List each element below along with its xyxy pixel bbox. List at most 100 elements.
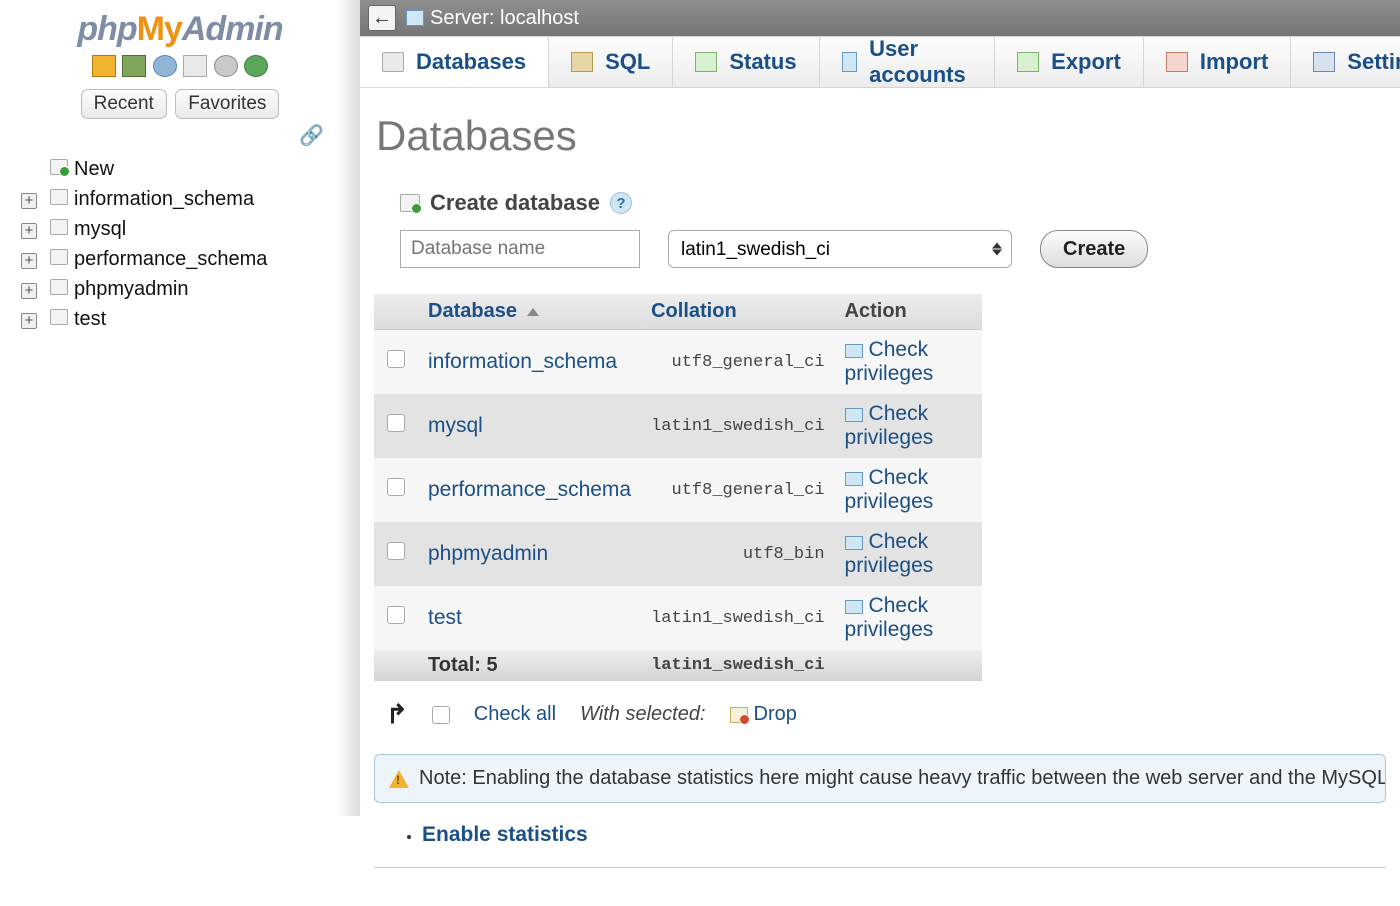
- tab-import[interactable]: Import: [1144, 36, 1291, 87]
- breadcrumb-server-label: Server:: [430, 7, 494, 30]
- link-chain-icon[interactable]: 🔗: [0, 123, 360, 154]
- expand-icon[interactable]: +: [21, 283, 37, 299]
- sidebar: phpMyAdmin Recent Favorites 🔗 New + info…: [0, 0, 360, 816]
- databases-icon: [382, 52, 404, 72]
- statistics-note: Note: Enabling the database statistics h…: [374, 754, 1386, 803]
- tree-item-label: performance_schema: [74, 248, 267, 271]
- create-button[interactable]: Create: [1040, 230, 1148, 268]
- tree-item-phpmyadmin[interactable]: + phpmyadmin: [14, 274, 352, 304]
- drop-icon: [730, 707, 748, 723]
- header-checkbox-cell: [374, 294, 418, 330]
- bulk-arrow-icon: ↱: [386, 699, 408, 730]
- table-row: phpmyadmin utf8_bin Check privileges: [374, 522, 982, 586]
- create-database-label: Create database: [430, 190, 600, 216]
- separator: [374, 867, 1386, 868]
- table-row: performance_schema utf8_general_ci Check…: [374, 458, 982, 522]
- tree-item-test[interactable]: + test: [14, 304, 352, 334]
- help-icon[interactable]: ?: [610, 192, 632, 214]
- expand-icon[interactable]: +: [21, 193, 37, 209]
- with-selected-label: With selected:: [580, 703, 705, 726]
- collation-select[interactable]: latin1_swedish_ci: [668, 230, 1012, 268]
- database-link[interactable]: phpmyadmin: [428, 542, 548, 565]
- row-checkbox[interactable]: [387, 350, 405, 368]
- status-icon: [695, 52, 717, 72]
- users-icon: [842, 52, 858, 72]
- table-row: test latin1_swedish_ci Check privileges: [374, 586, 982, 650]
- breadcrumb-server-name[interactable]: localhost: [500, 7, 579, 30]
- server-icon: [406, 10, 424, 26]
- header-database[interactable]: Database: [418, 294, 641, 330]
- row-checkbox[interactable]: [387, 542, 405, 560]
- table-header-row: Database Collation Action: [374, 294, 982, 330]
- tree-item-mysql[interactable]: + mysql: [14, 214, 352, 244]
- database-icon: [50, 189, 68, 205]
- database-name-input[interactable]: [400, 230, 640, 268]
- expand-icon[interactable]: +: [21, 253, 37, 269]
- help-icon[interactable]: [153, 55, 177, 77]
- tab-label: User accounts: [869, 36, 972, 88]
- tree-item-performance-schema[interactable]: + performance_schema: [14, 244, 352, 274]
- row-checkbox[interactable]: [387, 414, 405, 432]
- page-title: Databases: [376, 112, 1386, 160]
- database-link[interactable]: performance_schema: [428, 478, 631, 501]
- logout-icon[interactable]: [122, 55, 146, 77]
- check-all-link[interactable]: Check all: [474, 703, 556, 726]
- phpmyadmin-logo[interactable]: phpMyAdmin: [0, 8, 360, 53]
- privileges-icon: [845, 536, 863, 550]
- row-checkbox[interactable]: [387, 606, 405, 624]
- tab-databases[interactable]: Databases: [360, 36, 549, 87]
- privileges-icon: [845, 600, 863, 614]
- footer-collation: latin1_swedish_ci: [641, 650, 834, 681]
- home-icon[interactable]: [92, 55, 116, 77]
- tree-new-label: New: [74, 158, 114, 181]
- tree-item-label: phpmyadmin: [74, 278, 189, 301]
- recent-favorites: Recent Favorites: [0, 85, 360, 123]
- database-link[interactable]: mysql: [428, 414, 483, 437]
- back-button[interactable]: ←: [368, 5, 396, 31]
- tree-item-label: information_schema: [74, 188, 254, 211]
- tab-label: SQL: [605, 49, 650, 75]
- create-database-form: latin1_swedish_ci Create: [400, 230, 1386, 268]
- main-tabs: Databases SQL Status User accounts Expor…: [360, 36, 1400, 88]
- tab-sql[interactable]: SQL: [549, 36, 673, 87]
- recent-button[interactable]: Recent: [81, 89, 167, 119]
- enable-statistics-link[interactable]: Enable statistics: [422, 823, 588, 846]
- favorites-button[interactable]: Favorites: [175, 89, 279, 119]
- check-all-checkbox[interactable]: [432, 706, 450, 724]
- tab-status[interactable]: Status: [673, 36, 819, 87]
- privileges-icon: [845, 344, 863, 358]
- stats-links: Enable statistics: [422, 823, 1386, 847]
- page-body: Databases Create database ? latin1_swedi…: [360, 88, 1400, 906]
- wrench-icon: [1313, 52, 1335, 72]
- row-checkbox[interactable]: [387, 478, 405, 496]
- docs-icon[interactable]: [183, 55, 207, 77]
- create-database-heading: Create database ?: [400, 190, 1386, 216]
- export-icon: [1017, 52, 1039, 72]
- tab-label: Settings: [1347, 49, 1400, 75]
- tab-settings[interactable]: Settings: [1291, 36, 1400, 87]
- tab-export[interactable]: Export: [995, 36, 1144, 87]
- tree-item-label: mysql: [74, 218, 126, 241]
- database-link[interactable]: test: [428, 606, 462, 629]
- header-collation[interactable]: Collation: [641, 294, 834, 330]
- import-icon: [1166, 52, 1188, 72]
- tab-user-accounts[interactable]: User accounts: [820, 36, 996, 87]
- collation-cell: utf8_general_ci: [641, 458, 834, 522]
- expand-icon[interactable]: +: [21, 223, 37, 239]
- database-icon: [50, 279, 68, 295]
- logo-php: php: [77, 10, 136, 48]
- header-action: Action: [835, 294, 982, 330]
- database-link[interactable]: information_schema: [428, 350, 617, 373]
- sidebar-resize-handle[interactable]: [336, 0, 360, 816]
- drop-link[interactable]: Drop: [730, 703, 797, 726]
- settings-icon[interactable]: [214, 55, 238, 77]
- collation-cell: utf8_bin: [641, 522, 834, 586]
- tree-item-information-schema[interactable]: + information_schema: [14, 184, 352, 214]
- tree-new[interactable]: New: [14, 154, 352, 184]
- expand-icon[interactable]: +: [21, 313, 37, 329]
- warning-icon: [389, 770, 409, 788]
- database-tree: New + information_schema + mysql + perfo…: [0, 154, 360, 334]
- note-text: Note: Enabling the database statistics h…: [419, 767, 1386, 790]
- reload-icon[interactable]: [244, 55, 268, 77]
- privileges-icon: [845, 408, 863, 422]
